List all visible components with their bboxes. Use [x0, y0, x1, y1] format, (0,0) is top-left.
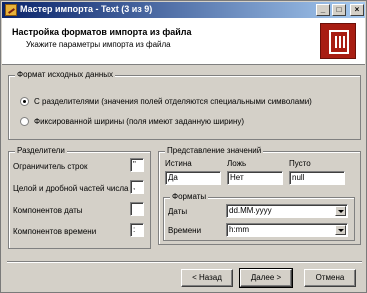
app-icon [5, 4, 17, 16]
true-value-input[interactable]: Да [165, 171, 221, 185]
source-format-legend: Формат исходных данных [15, 70, 116, 79]
time-format-label: Времени [168, 226, 202, 235]
chevron-down-icon[interactable] [335, 206, 346, 216]
separators-legend: Разделители [15, 146, 67, 155]
wizard-header: Настройка форматов импорта из файла Укаж… [2, 18, 365, 65]
source-format-group: Формат исходных данных С разделителями (… [8, 70, 361, 140]
page-subtitle: Укажите параметры импорта из файла [26, 40, 171, 49]
formats-group: Форматы Даты dd.MM.yyyy Времени h:mm [163, 192, 355, 241]
radio-delimited[interactable] [20, 97, 29, 106]
import-wizard-window: Мастер импорта - Text (3 из 9) _ □ × Нас… [0, 0, 367, 293]
decimal-separator-label: Целой и дробной частей числа [13, 184, 129, 193]
minimize-button[interactable]: _ [316, 4, 330, 16]
close-button[interactable]: × [350, 4, 364, 16]
radio-delimited-label[interactable]: С разделителями (значения полей отделяют… [34, 97, 312, 106]
decimal-separator-input[interactable]: , [130, 180, 144, 194]
date-format-label: Даты [168, 207, 188, 216]
table-import-icon [320, 23, 356, 59]
date-separator-input[interactable] [130, 202, 144, 216]
time-separator-input[interactable]: : [130, 223, 144, 237]
back-button[interactable]: < Назад [181, 269, 233, 287]
radio-fixed-width-label[interactable]: Фиксированной ширины (поля имеют заданну… [34, 117, 244, 126]
cancel-button[interactable]: Отмена [304, 269, 356, 287]
value-representation-legend: Представление значений [165, 146, 264, 155]
footer-divider [7, 261, 362, 263]
false-value-input[interactable]: Нет [227, 171, 283, 185]
formats-legend: Форматы [170, 192, 209, 201]
row-delimiter-label: Ограничитель строк [13, 162, 88, 171]
next-button[interactable]: Далее > [239, 268, 293, 288]
page-title: Настройка форматов импорта из файла [12, 27, 192, 37]
row-delimiter-input[interactable]: " [130, 158, 144, 172]
time-separator-label: Компонентов времени [13, 227, 97, 236]
separators-group: Разделители Ограничитель строк " Целой и… [8, 146, 151, 249]
time-format-select[interactable]: h:mm [226, 223, 348, 237]
date-format-value: dd.MM.yyyy [229, 206, 272, 215]
radio-fixed-width[interactable] [20, 117, 29, 126]
true-value-label: Истина [165, 159, 192, 168]
false-value-label: Ложь [227, 159, 247, 168]
date-format-select[interactable]: dd.MM.yyyy [226, 204, 348, 218]
window-title: Мастер импорта - Text (3 из 9) [20, 4, 153, 14]
null-value-label: Пусто [289, 159, 311, 168]
null-value-input[interactable]: null [289, 171, 345, 185]
time-format-value: h:mm [229, 225, 249, 234]
chevron-down-icon[interactable] [335, 225, 346, 235]
date-separator-label: Компонентов даты [13, 206, 83, 215]
title-bar[interactable]: Мастер импорта - Text (3 из 9) _ □ × [2, 2, 365, 18]
maximize-button[interactable]: □ [332, 4, 346, 16]
